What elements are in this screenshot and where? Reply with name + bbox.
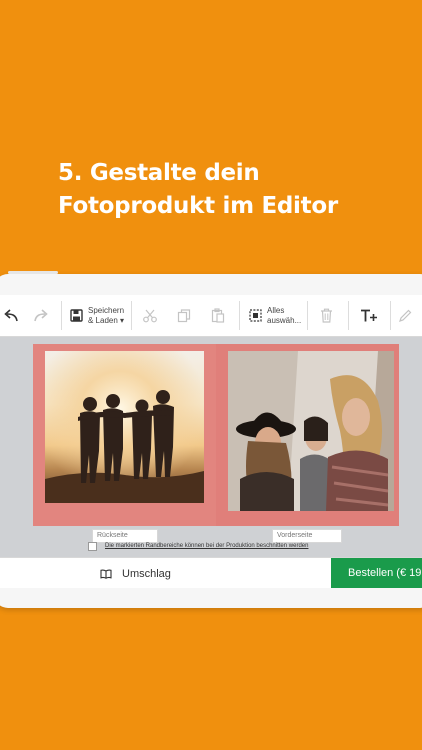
- trash-icon: [321, 308, 332, 323]
- toolbar-divider: [239, 301, 240, 330]
- add-text-button[interactable]: [360, 295, 378, 336]
- bleed-notice-text: Die markierten Randbereiche können bei d…: [105, 543, 309, 549]
- toolbar-divider: [131, 301, 132, 330]
- add-text-icon: [361, 309, 377, 322]
- toolbar-divider: [348, 301, 349, 330]
- cover-label: Umschlag: [122, 567, 171, 580]
- sunset-friends-photo[interactable]: [45, 351, 204, 503]
- women-portrait-image: [228, 351, 394, 511]
- paste-icon: [211, 308, 225, 323]
- bleed-notice[interactable]: Die markierten Randbereiche können bei d…: [88, 541, 308, 551]
- phone-button: [8, 271, 58, 274]
- toolbar-divider: [390, 301, 391, 330]
- editor-toolbar: Speichern & Laden ▾ Alles auswäh...: [0, 295, 422, 337]
- cut-button[interactable]: [142, 295, 158, 336]
- front-page[interactable]: [216, 344, 399, 526]
- select-all-line-2: auswäh...: [267, 315, 302, 325]
- back-page[interactable]: [33, 344, 216, 526]
- save-icon: [70, 309, 83, 322]
- order-button[interactable]: Bestellen (€ 19: [331, 558, 422, 588]
- friends-silhouette-image: [45, 351, 204, 503]
- photobook-spread[interactable]: [33, 344, 399, 526]
- save-load-button[interactable]: Speichern & Laden ▾: [70, 295, 124, 336]
- select-all-label: Alles auswäh...: [267, 306, 301, 326]
- women-laughing-photo[interactable]: [228, 351, 394, 511]
- undo-button[interactable]: [0, 295, 22, 336]
- toolbar-divider: [61, 301, 62, 330]
- toolbar-divider: [307, 301, 308, 330]
- select-all-button[interactable]: Alles auswäh...: [249, 295, 301, 336]
- redo-button[interactable]: [30, 295, 52, 336]
- redo-icon: [34, 308, 48, 321]
- save-load-line-2: & Laden ▾: [88, 315, 125, 325]
- editor-screen: Speichern & Laden ▾ Alles auswäh... Rück…: [0, 295, 422, 588]
- paste-button[interactable]: [211, 295, 225, 336]
- pencil-icon: [399, 309, 412, 322]
- select-all-line-1: Alles: [267, 305, 285, 315]
- edit-button[interactable]: [398, 295, 412, 336]
- scissors-icon: [143, 309, 157, 322]
- headline-line-2: Fotoprodukt im Editor: [58, 193, 338, 219]
- save-load-label: Speichern & Laden ▾: [88, 306, 124, 326]
- copy-button[interactable]: [177, 295, 191, 336]
- save-load-line-1: Speichern: [88, 305, 125, 315]
- delete-button[interactable]: [320, 295, 333, 336]
- cover-button[interactable]: Umschlag: [100, 558, 171, 588]
- headline-line-1: 5. Gestalte dein: [58, 160, 260, 186]
- book-icon: [100, 569, 112, 579]
- promo-headline: 5. Gestalte dein Fotoprodukt im Editor: [58, 157, 398, 223]
- bottom-bar: Umschlag Bestellen (€ 19: [0, 557, 422, 588]
- undo-icon: [4, 308, 18, 321]
- copy-icon: [177, 308, 191, 322]
- select-all-icon: [249, 309, 262, 322]
- bleed-notice-checkbox[interactable]: [88, 541, 97, 551]
